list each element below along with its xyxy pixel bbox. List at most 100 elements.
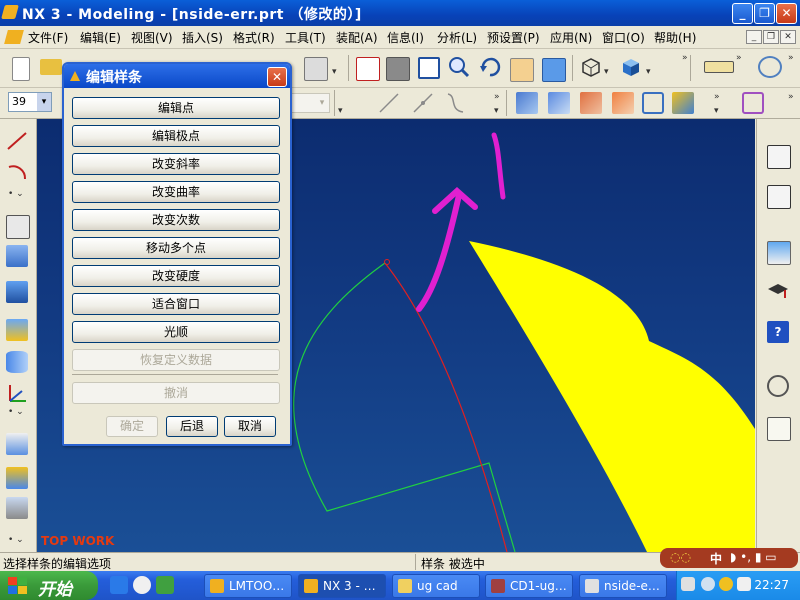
cylinder-icon[interactable] <box>6 351 28 373</box>
network-tray-icon[interactable] <box>737 577 751 591</box>
mdi-restore-icon[interactable]: ❐ <box>763 30 779 44</box>
undo-button[interactable]: 撤消 <box>72 382 280 404</box>
ime-mode[interactable]: 中 <box>710 550 722 567</box>
open-folder-icon[interactable] <box>40 59 62 75</box>
extrude-icon[interactable] <box>6 245 28 267</box>
shell-icon[interactable] <box>6 497 28 519</box>
ime-punctuation-icon[interactable]: ◗ •, ▮ ▭ <box>730 550 777 564</box>
history-clock-icon[interactable] <box>767 375 789 397</box>
task-lmtoo[interactable]: LMTOO… <box>204 574 292 598</box>
task-cd1-ug[interactable]: CD1-ug… <box>485 574 573 598</box>
zoom-window-icon[interactable] <box>386 57 410 81</box>
shaded-cube-icon[interactable] <box>620 56 642 78</box>
show-desktop-icon[interactable] <box>156 576 174 594</box>
layer-select[interactable]: 39 ▾ <box>8 92 52 112</box>
menu-format[interactable]: 格式(R) <box>233 29 275 46</box>
close-button[interactable]: ✕ <box>776 3 797 24</box>
surface-edit-icon[interactable] <box>672 92 694 114</box>
mdi-close-icon[interactable]: ✕ <box>780 30 796 44</box>
line-point-icon[interactable] <box>412 92 434 114</box>
menu-file[interactable]: 文件(F) <box>28 29 68 46</box>
change-slope-button[interactable]: 改变斜率 <box>72 153 280 175</box>
change-stiffness-button[interactable]: 改变硬度 <box>72 265 280 287</box>
hole-icon[interactable] <box>6 433 28 455</box>
spline-pole[interactable] <box>384 259 390 265</box>
qq-tray-icon[interactable] <box>719 577 733 591</box>
menu-assembly[interactable]: 装配(A) <box>336 29 378 46</box>
line-icon[interactable] <box>378 92 400 114</box>
system-materials-icon[interactable] <box>767 417 791 441</box>
restore-defining-data-button[interactable]: 恢复定义数据 <box>72 349 280 371</box>
edit-point-button[interactable]: 编辑点 <box>72 97 280 119</box>
menu-app-icon[interactable] <box>4 30 24 44</box>
move-multiple-points-button[interactable]: 移动多个点 <box>72 237 280 259</box>
sketch-tool-icon[interactable] <box>6 215 30 239</box>
dialog-title-bar[interactable]: 编辑样条 ✕ <box>64 64 290 88</box>
assembly-navigator-icon[interactable] <box>767 145 791 169</box>
zoom-icon[interactable] <box>448 56 470 78</box>
help-icon[interactable]: ? <box>767 321 789 343</box>
filter-select[interactable]: ▾ <box>290 93 330 113</box>
arc-tool-icon[interactable] <box>6 161 28 183</box>
ruler-icon[interactable] <box>704 61 734 73</box>
axis-icon[interactable] <box>6 383 28 405</box>
cancel-button[interactable]: 取消 <box>224 416 276 437</box>
new-file-icon[interactable] <box>12 57 30 81</box>
task-nside-err[interactable]: nside-e… <box>579 574 667 598</box>
left-toolbar: • ⌄ • ⌄ • ⌄ <box>0 119 37 552</box>
layer-settings-icon[interactable] <box>304 57 328 81</box>
dialog-close-button[interactable]: ✕ <box>267 67 287 87</box>
snap-icon[interactable] <box>742 92 764 114</box>
ie-quicklaunch-icon[interactable] <box>110 576 128 594</box>
chevron-down-icon[interactable]: ▾ <box>37 93 51 111</box>
menu-preferences[interactable]: 预设置(P) <box>487 29 540 46</box>
smooth-button[interactable]: 光顺 <box>72 321 280 343</box>
menu-insert[interactable]: 插入(S) <box>182 29 223 46</box>
rotate-icon[interactable] <box>479 56 501 78</box>
surface-through-curves-icon[interactable] <box>516 92 538 114</box>
back-button[interactable]: 后退 <box>166 416 218 437</box>
zoom-box-icon[interactable] <box>418 57 440 79</box>
keyboard-tray-icon[interactable] <box>681 577 695 591</box>
web-browser-icon[interactable] <box>767 241 791 265</box>
view-orient-icon[interactable] <box>758 56 782 78</box>
cube-icon[interactable] <box>6 319 28 341</box>
task-nx3[interactable]: NX 3 - … <box>298 574 386 598</box>
surface-sweep-icon[interactable] <box>580 92 602 114</box>
restore-button[interactable]: ❐ <box>754 3 775 24</box>
menu-analysis[interactable]: 分析(L) <box>437 29 477 46</box>
menu-help[interactable]: 帮助(H) <box>654 29 696 46</box>
surface-analysis-icon[interactable] <box>642 92 664 114</box>
pan-icon[interactable] <box>510 58 534 82</box>
boolean-icon[interactable] <box>6 467 28 489</box>
menu-view[interactable]: 视图(V) <box>131 29 173 46</box>
mdi-minimize-icon[interactable]: _ <box>746 30 762 44</box>
media-player-icon[interactable] <box>133 576 151 594</box>
menu-tools[interactable]: 工具(T) <box>285 29 326 46</box>
surface-mesh-icon[interactable] <box>548 92 570 114</box>
ime-toolbar[interactable]: ◌◌ 中 ◗ •, ▮ ▭ <box>660 548 798 568</box>
spline-icon[interactable] <box>445 92 467 114</box>
fit-view-icon[interactable] <box>356 57 380 81</box>
start-button[interactable]: 开始 <box>0 571 98 600</box>
block-icon[interactable] <box>6 281 28 303</box>
wireframe-cube-icon[interactable] <box>580 56 602 78</box>
change-degree-button[interactable]: 改变次数 <box>72 209 280 231</box>
ok-button[interactable]: 确定 <box>106 416 158 437</box>
training-icon[interactable] <box>767 281 789 303</box>
menu-info[interactable]: 信息(I) <box>387 29 424 46</box>
task-ug-cad[interactable]: ug cad <box>392 574 480 598</box>
edit-pole-button[interactable]: 编辑极点 <box>72 125 280 147</box>
menu-application[interactable]: 应用(N) <box>550 29 592 46</box>
minimize-button[interactable]: _ <box>732 3 753 24</box>
line-tool-icon[interactable] <box>6 129 28 151</box>
shaded-view-icon[interactable] <box>542 58 566 82</box>
change-curvature-button[interactable]: 改变曲率 <box>72 181 280 203</box>
surface-bridge-icon[interactable] <box>612 92 634 114</box>
part-navigator-icon[interactable] <box>767 185 791 209</box>
menu-window[interactable]: 窗口(O) <box>602 29 645 46</box>
volume-tray-icon[interactable] <box>701 577 715 591</box>
selected-spline[interactable] <box>384 262 508 552</box>
fit-window-button[interactable]: 适合窗口 <box>72 293 280 315</box>
menu-edit[interactable]: 编辑(E) <box>80 29 121 46</box>
